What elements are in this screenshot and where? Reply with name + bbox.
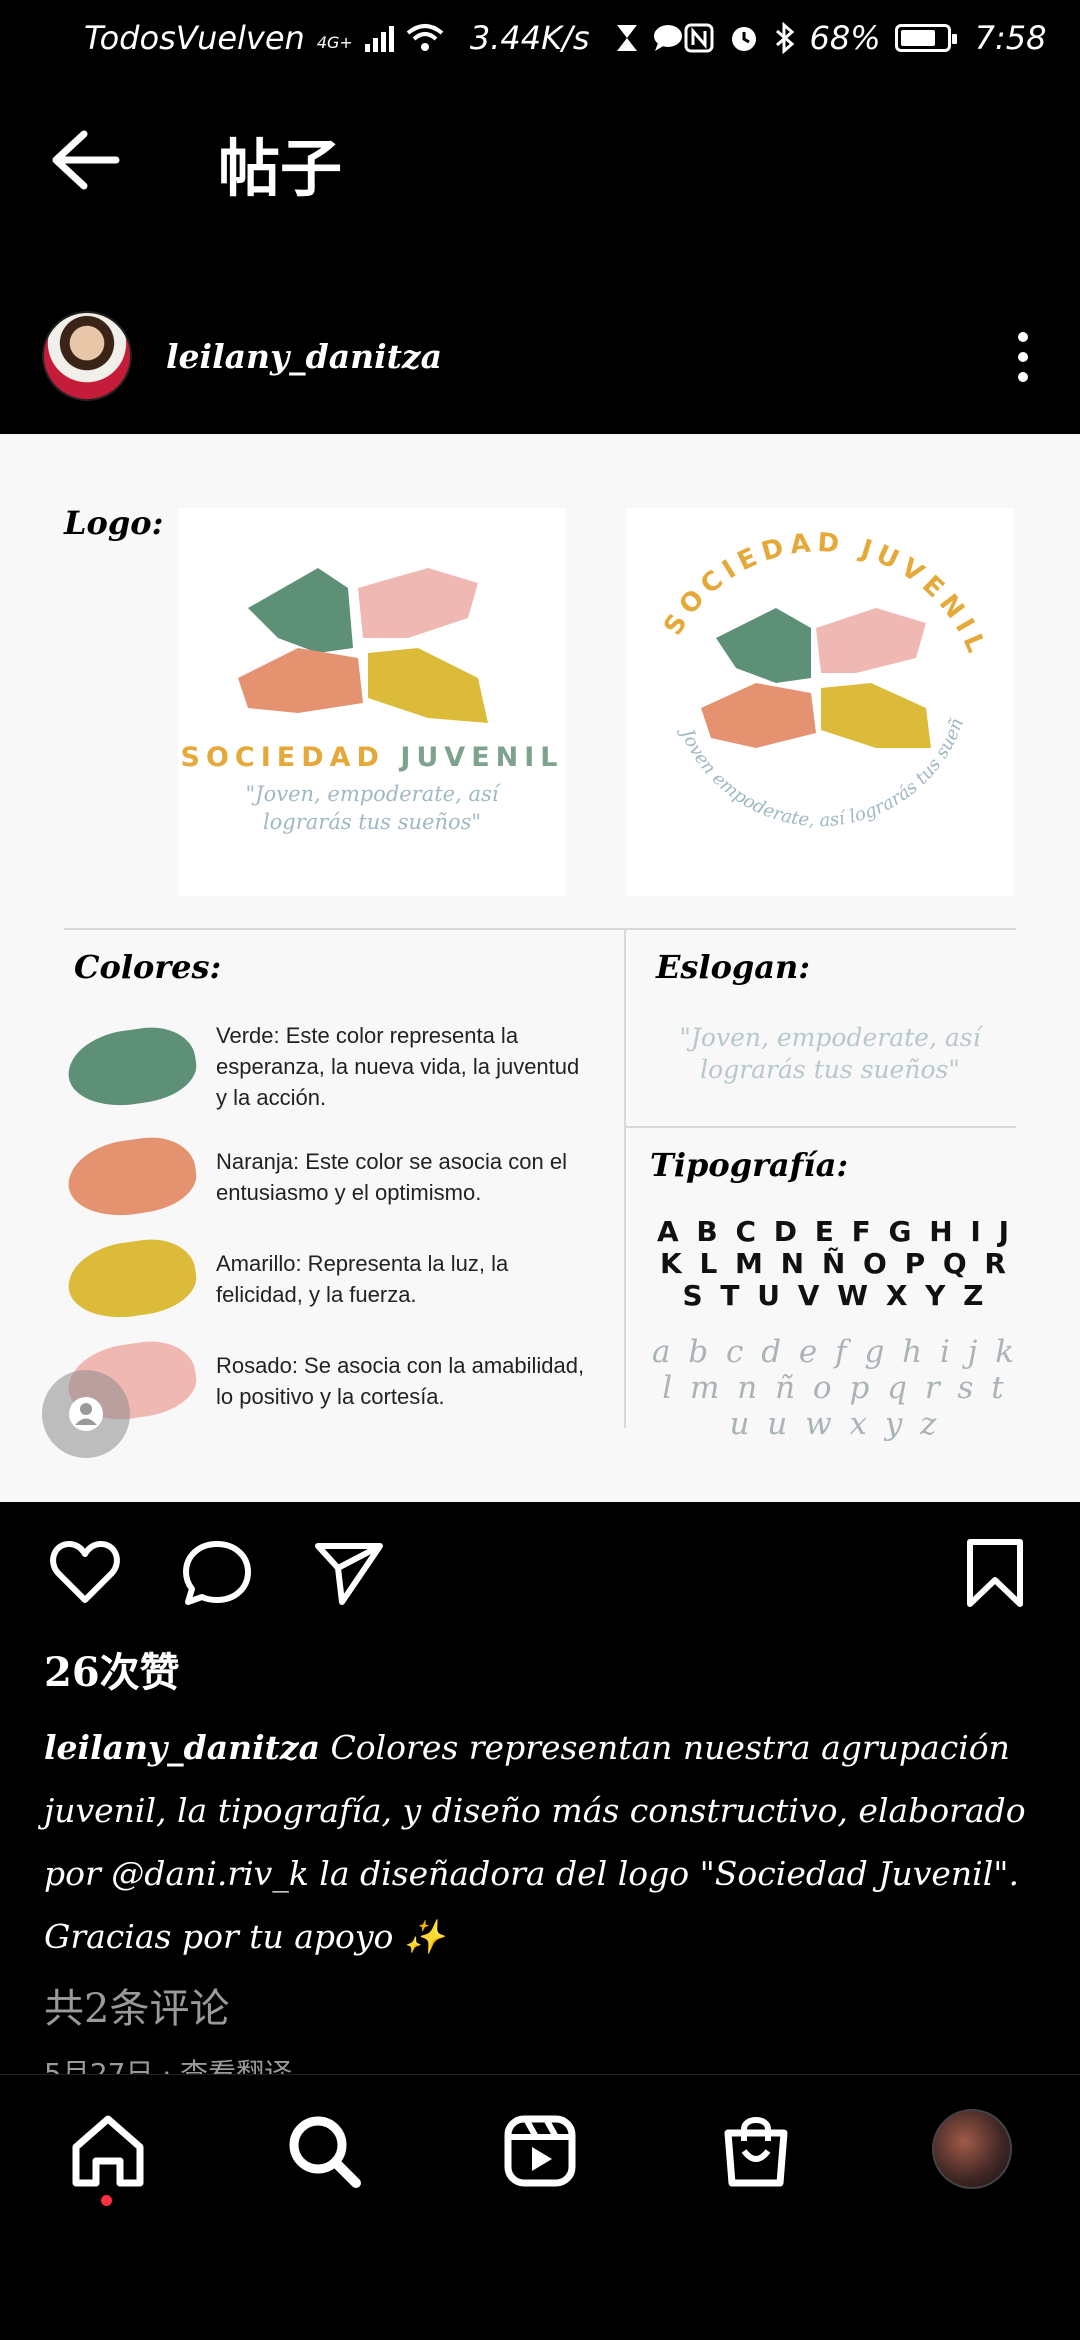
color-description: Rosado: Se asocia con la amabilidad, lo … xyxy=(216,1353,585,1409)
typography-sample-bold: A B C D E F G H I J K L M N Ñ O P Q R S … xyxy=(656,1215,1014,1312)
avatar[interactable] xyxy=(42,311,132,401)
typography-title: Tipografía: xyxy=(650,1146,849,1184)
alarm-icon xyxy=(731,26,756,51)
hands-logo-icon xyxy=(238,568,488,723)
logo-label: Logo: xyxy=(64,504,164,542)
more-vertical-icon[interactable] xyxy=(1016,332,1030,382)
bottom-navigation xyxy=(0,2074,1080,2340)
tagged-users-icon[interactable] xyxy=(42,1370,130,1458)
orange-swatch xyxy=(63,1131,201,1223)
author-username[interactable]: leilany_danitza xyxy=(166,337,442,376)
color-description: Amarillo: Representa la luz, la felicida… xyxy=(216,1251,509,1307)
post-image[interactable]: Logo: SOCIEDAD JUVENIL "Joven, empoderat… xyxy=(0,434,1080,1502)
wifi-icon xyxy=(406,23,444,51)
brand-name: SOCIEDAD JUVENIL xyxy=(180,742,564,773)
carrier-name: TodosVuelven xyxy=(84,18,305,57)
divider xyxy=(64,928,1016,930)
arrow-left-icon[interactable] xyxy=(48,128,120,192)
network-speed: 3.44K/s xyxy=(469,18,590,57)
logo-card-horizontal: SOCIEDAD JUVENIL "Joven, empoderate, así… xyxy=(178,508,566,896)
heart-icon[interactable] xyxy=(48,1538,122,1608)
post-caption: leilany_danitza Colores representan nues… xyxy=(44,1716,1044,1968)
bluetooth-icon xyxy=(775,21,794,54)
logo-card-circular: SOCIEDAD JUVENIL Joven empoderate, así l… xyxy=(626,508,1014,896)
post-actions xyxy=(0,1538,1080,1608)
chat-icon xyxy=(653,24,682,51)
profile-avatar[interactable] xyxy=(932,2109,1012,2189)
view-comments-link[interactable]: 共2条评论 xyxy=(44,1976,229,2034)
caption-username[interactable]: leilany_danitza xyxy=(44,1728,320,1767)
status-bar: TodosVuelven 4G+ 3.44K/s 68% 7:58 xyxy=(0,0,1080,75)
top-app-bar: 帖子 xyxy=(0,100,1080,220)
color-description: Naranja: Este color se asocia con el ent… xyxy=(216,1149,567,1205)
notification-dot xyxy=(101,2195,112,2206)
hourglass-icon xyxy=(616,24,637,51)
clock: 7:58 xyxy=(974,18,1047,57)
colors-title: Colores: xyxy=(74,948,222,986)
like-count[interactable]: 26次赞 xyxy=(44,1640,180,1698)
signal-icon xyxy=(364,24,394,52)
send-icon[interactable] xyxy=(312,1538,386,1608)
yellow-swatch xyxy=(63,1233,201,1325)
post-author[interactable]: leilany_danitza xyxy=(42,310,442,402)
slogan-title: Eslogan: xyxy=(656,948,811,986)
home-icon[interactable] xyxy=(68,2111,148,2191)
green-swatch xyxy=(63,1020,201,1113)
color-item: Verde: Este color representa la esperanz… xyxy=(63,1020,588,1113)
nfc-icon xyxy=(684,23,713,52)
battery-icon xyxy=(894,23,957,52)
page-title: 帖子 xyxy=(218,132,343,205)
divider xyxy=(626,1126,1016,1128)
network-type: 4G+ xyxy=(316,32,353,52)
battery-percent: 68% xyxy=(809,18,881,57)
circular-logo-icon: SOCIEDAD JUVENIL Joven empoderate, así l… xyxy=(626,508,987,831)
comment-icon[interactable] xyxy=(180,1538,254,1608)
shop-icon[interactable] xyxy=(716,2111,796,2191)
color-item: Naranja: Este color se asocia con el ent… xyxy=(63,1131,588,1223)
reels-icon[interactable] xyxy=(500,2111,580,2191)
color-description: Verde: Este color representa la esperanz… xyxy=(216,1023,580,1110)
typography-sample-script: a b c d e f g h i j k l m n ñ o p q r s … xyxy=(651,1334,1018,1442)
color-item: Amarillo: Representa la luz, la felicida… xyxy=(63,1233,588,1325)
search-icon[interactable] xyxy=(284,2111,364,2191)
color-item: Rosado: Se asocia con la amabilidad, lo … xyxy=(63,1335,588,1427)
bookmark-icon[interactable] xyxy=(958,1538,1032,1608)
slogan-text: "Joven, empoderate, así lograrás tus sue… xyxy=(679,1023,981,1084)
divider xyxy=(624,928,626,1428)
post-meta[interactable]: 5月27日 · 查看翻译 xyxy=(44,2052,292,2074)
brand-quote: "Joven, empoderate, así lograrás tus sue… xyxy=(245,782,499,834)
